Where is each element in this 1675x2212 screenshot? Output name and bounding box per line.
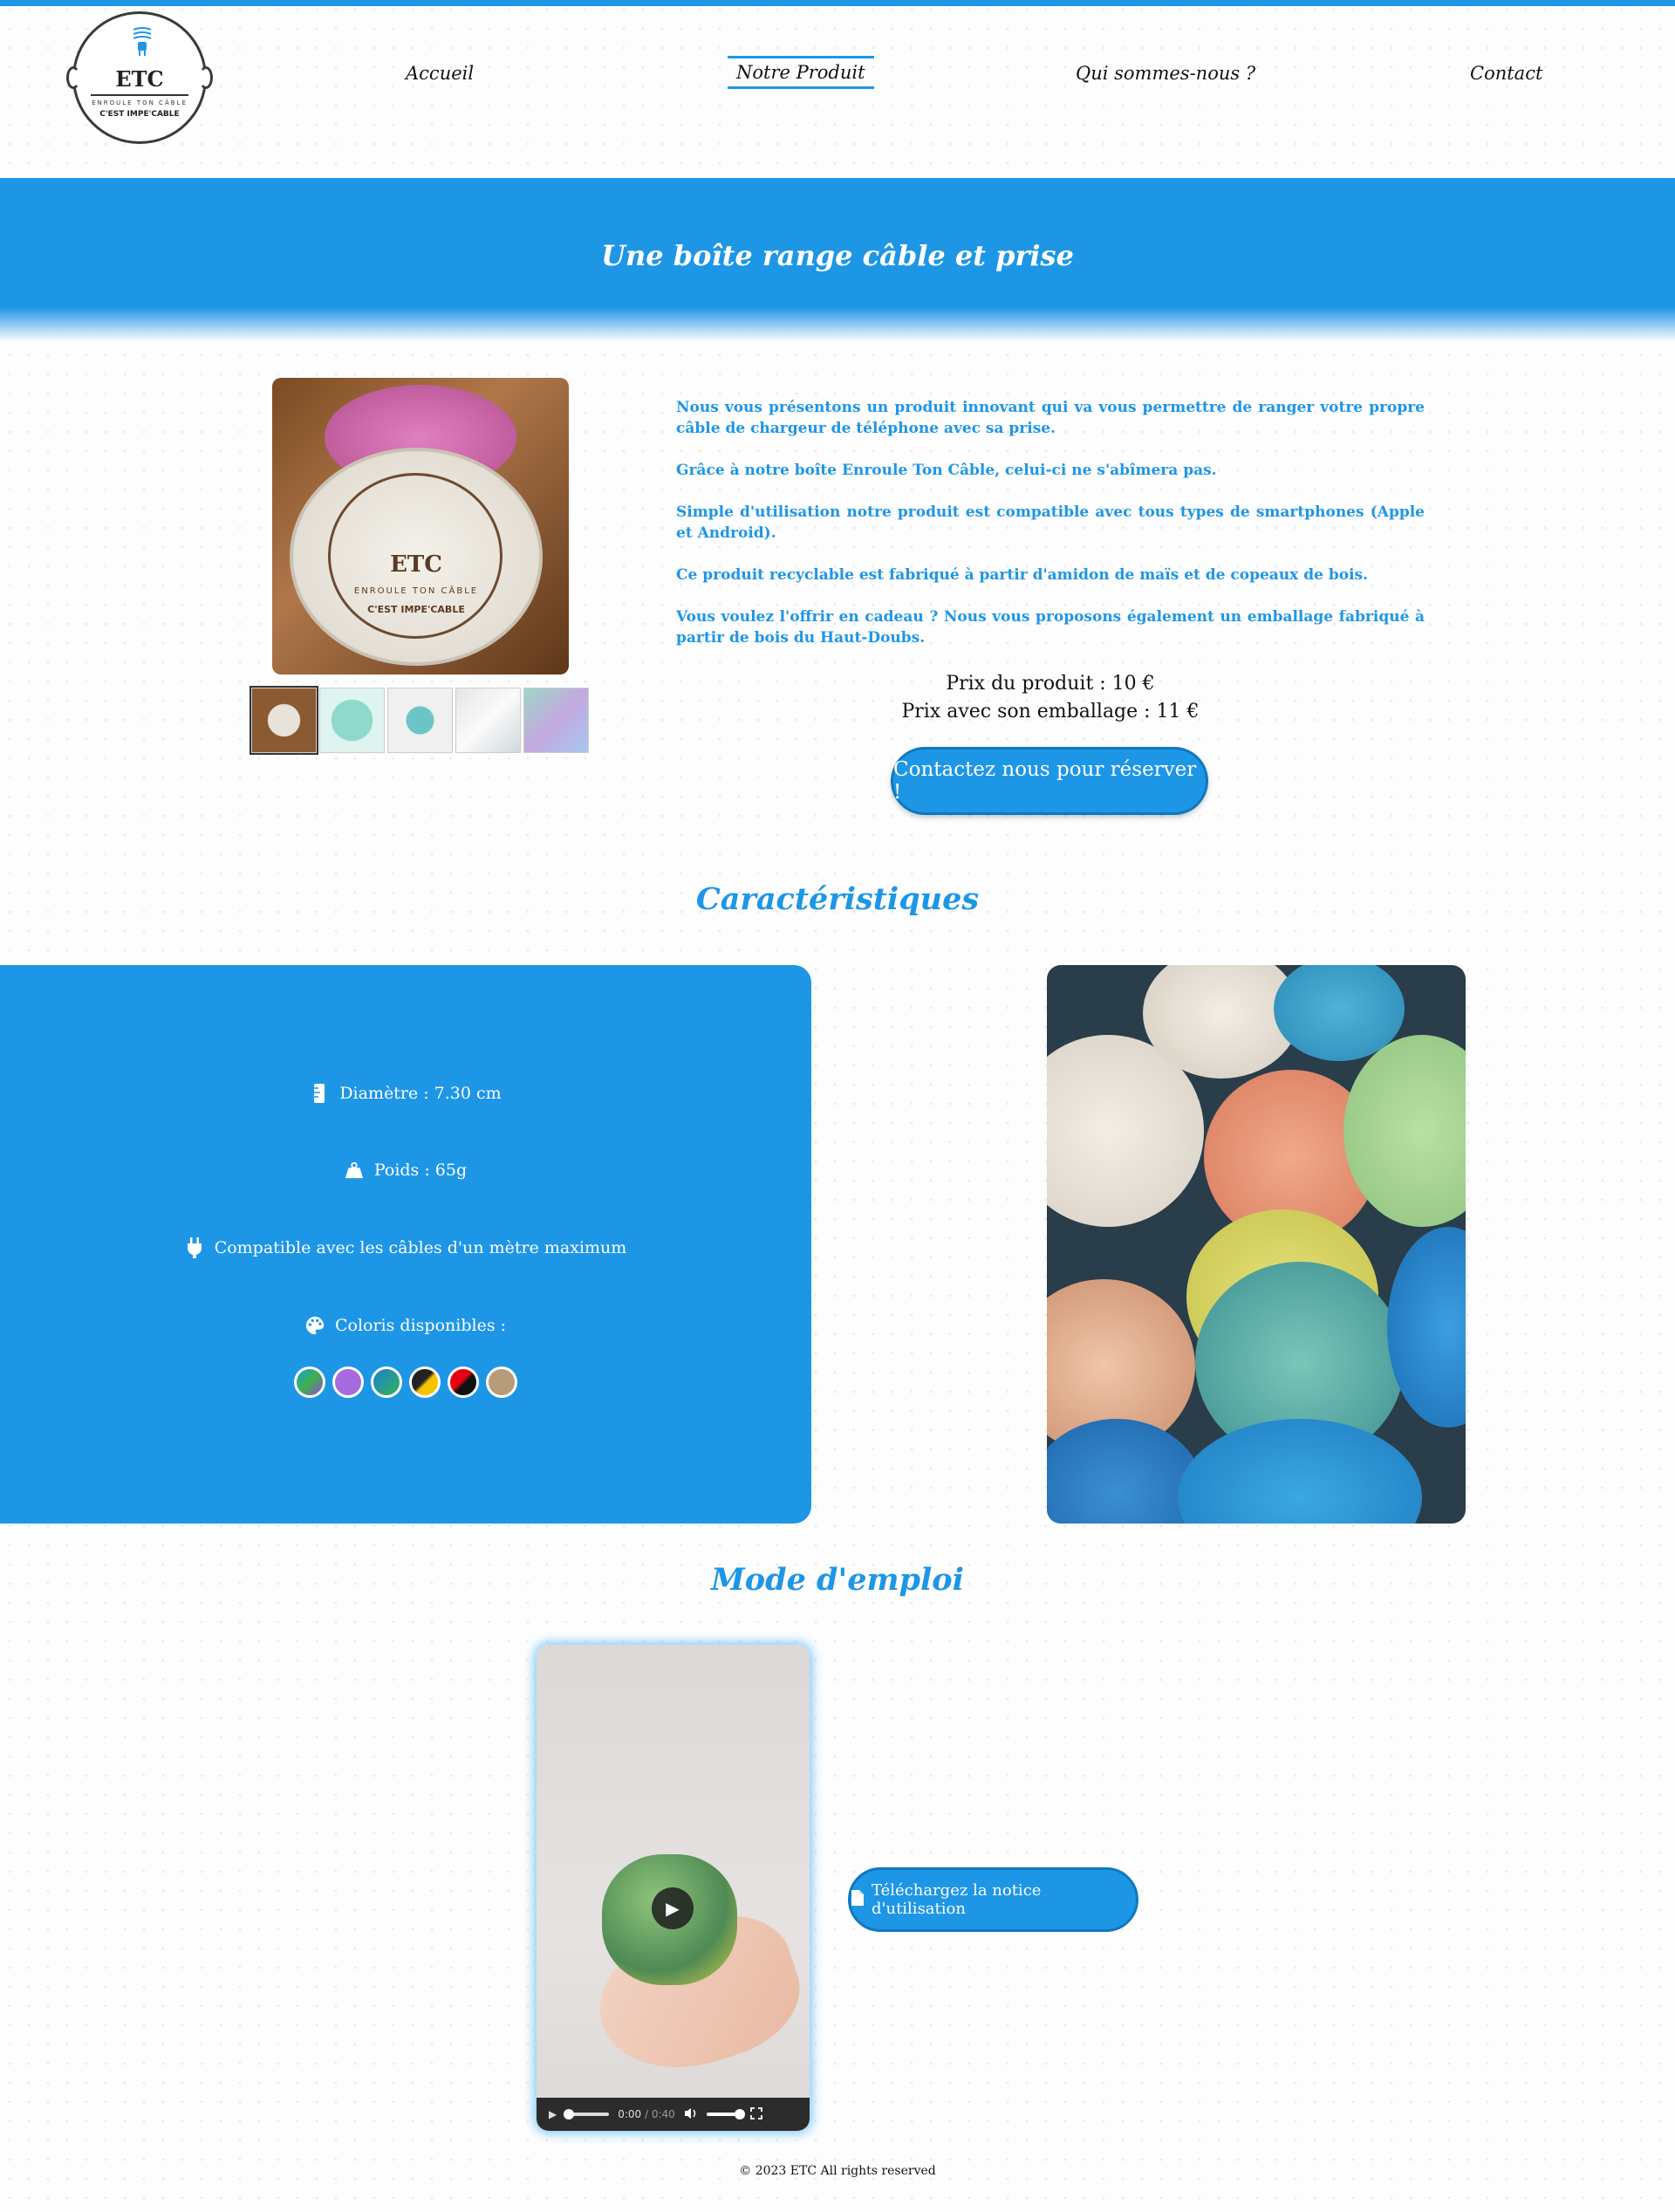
product-thumbnails [250, 686, 589, 755]
logo-title: ETC [115, 66, 164, 92]
manual-title: Mode d'emploi [711, 1562, 964, 1598]
manual-video[interactable]: ▶ ▶ 0:00 / 0:40 [537, 1645, 810, 2131]
download-manual-button[interactable]: Téléchargez la notice d'utilisation [848, 1867, 1138, 1932]
ruler-icon [310, 1082, 329, 1105]
description-paragraph: Ce produit recyclable est fabriqué à par… [676, 566, 1369, 584]
thumbnail-1[interactable] [250, 686, 318, 755]
play-overlay-icon[interactable]: ▶ [652, 1887, 694, 1929]
fullscreen-icon[interactable] [749, 2106, 762, 2122]
top-accent-bar [0, 0, 1675, 6]
photo-lid-subtitle: ENROULE TON CÂBLE [353, 586, 479, 596]
nav-notre-produit[interactable]: Notre Produit [728, 56, 874, 89]
price-block: Prix du produit : 10 € Prix avec son emb… [676, 670, 1425, 726]
logo-divider [91, 94, 188, 96]
video-duration: / 0:40 [645, 2108, 675, 2120]
feature-compatibility: Compatible avec les câbles d'un mètre ma… [0, 1236, 811, 1259]
product-description: Nous vous présentons un produit innovant… [676, 397, 1425, 669]
photo-box-blue-2 [1178, 1419, 1422, 1524]
swatch-multicolor[interactable] [294, 1366, 325, 1398]
seek-bar[interactable] [564, 2109, 610, 2120]
reserve-button[interactable]: Contactez nous pour réserver ! [891, 747, 1208, 815]
hero-title: Une boîte range câble et prise [601, 239, 1074, 272]
site-logo[interactable]: ETC ENROULE TON CÂBLE C'EST IMPE'CABLE [66, 11, 213, 144]
play-icon[interactable]: ▶ [549, 2108, 557, 2120]
weight-icon [345, 1159, 364, 1181]
color-swatches [0, 1366, 811, 1398]
nav-qui-sommes-nous[interactable]: Qui sommes-nous ? [1076, 63, 1255, 84]
feature-compatibility-text: Compatible avec les câbles d'un mètre ma… [214, 1238, 627, 1257]
colored-boxes-photo [1047, 965, 1466, 1524]
swatch-wood[interactable] [486, 1366, 517, 1398]
price-product: Prix du produit : 10 € [946, 673, 1155, 695]
video-controls: ▶ 0:00 / 0:40 [537, 2098, 810, 2131]
swatch-black-yellow[interactable] [409, 1366, 441, 1398]
thumbnail-3[interactable] [387, 688, 453, 753]
plug-icon [185, 1236, 204, 1259]
file-pdf-icon [851, 1889, 865, 1911]
plug-coil-icon [133, 27, 152, 56]
hero-banner: Une boîte range câble et prise [0, 178, 1675, 342]
logo-subtitle: ENROULE TON CÂBLE [92, 99, 188, 106]
swatch-red-black[interactable] [448, 1366, 479, 1398]
description-paragraph: Nous vous présentons un produit innovant… [676, 399, 1425, 437]
description-paragraph: Vous voulez l'offrir en cadeau ? Nous vo… [676, 608, 1425, 647]
characteristics-title: Caractéristiques [695, 881, 980, 917]
nav-contact[interactable]: Contact [1470, 63, 1542, 84]
video-current-time: 0:00 [618, 2108, 642, 2120]
current-time: 0:00 / 0:40 [618, 2108, 675, 2120]
photo-lid-tagline: C'EST IMPE'CABLE [367, 604, 465, 615]
feature-weight-text: Poids : 65g [373, 1161, 468, 1180]
logo-tagline: C'EST IMPE'CABLE [99, 110, 180, 119]
photo-lid: ETC ENROULE TON CÂBLE C'EST IMPE'CABLE [290, 448, 543, 666]
description-paragraph: Grâce à notre boîte Enroule Ton Câble, c… [676, 462, 1217, 479]
palette-icon [305, 1314, 325, 1337]
price-with-packaging: Prix avec son emballage : 11 € [901, 701, 1200, 722]
volume-slider[interactable] [706, 2109, 745, 2120]
feature-diameter: Diamètre : 7.30 cm [0, 1082, 811, 1105]
feature-diameter-text: Diamètre : 7.30 cm [339, 1084, 502, 1103]
volume-icon[interactable] [684, 2107, 698, 2122]
footer-copyright: © 2023 ETC All rights reserved [739, 2164, 936, 2178]
feature-colors-text: Coloris disponibles : [334, 1316, 507, 1335]
photo-lid-title: ETC [390, 551, 442, 578]
download-manual-label: Téléchargez la notice d'utilisation [872, 1881, 1042, 1918]
thumbnail-5[interactable] [523, 688, 589, 753]
description-paragraph: Simple d'utilisation notre produit est c… [676, 503, 1425, 542]
characteristics-panel: Diamètre : 7.30 cm Poids : 65g Compatibl… [0, 965, 811, 1524]
feature-colors: Coloris disponibles : [0, 1314, 811, 1337]
swatch-purple[interactable] [332, 1366, 364, 1398]
nav-accueil[interactable]: Accueil [406, 63, 474, 84]
thumbnail-2[interactable] [319, 688, 385, 753]
photo-box-blue-3 [1387, 1227, 1466, 1428]
swatch-blue-green[interactable] [371, 1366, 402, 1398]
feature-weight: Poids : 65g [0, 1159, 811, 1181]
thumbnail-4[interactable] [455, 688, 521, 753]
product-main-photo[interactable]: ETC ENROULE TON CÂBLE C'EST IMPE'CABLE [272, 378, 569, 675]
